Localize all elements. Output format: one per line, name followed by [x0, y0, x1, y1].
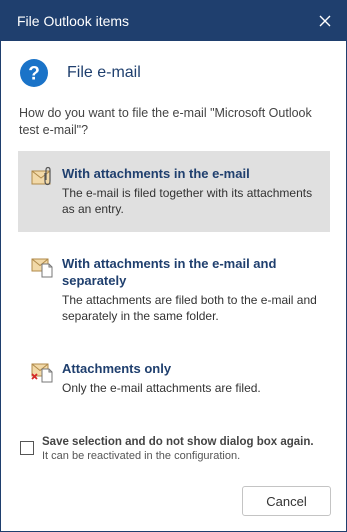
option-description: The attachments are filed both to the e-… [62, 293, 317, 323]
file-outlook-items-dialog: File Outlook items ? File e-mail How do … [0, 0, 347, 532]
close-button[interactable] [312, 8, 338, 34]
dialog-title: File Outlook items [17, 13, 130, 29]
help-icon: ? [20, 59, 48, 87]
option-with-attachments-and-separately[interactable]: With attachments in the e-mail and separ… [18, 241, 330, 325]
dialog-header: ? File e-mail [19, 58, 141, 88]
save-selection-label: Save selection and do not show dialog bo… [42, 436, 314, 448]
save-selection-text: Save selection and do not show dialog bo… [42, 435, 314, 463]
attachments-only-icon [31, 363, 53, 383]
header-title: File e-mail [67, 64, 141, 81]
option-description: The e-mail is filed together with its at… [62, 186, 313, 216]
option-text: With attachments in the e-mail The e-mai… [62, 165, 318, 218]
save-selection-hint: It can be reactivated in the configurati… [42, 450, 241, 462]
option-attachments-only[interactable]: Attachments only Only the e-mail attachm… [18, 346, 330, 396]
question-text: How do you want to file the e-mail "Micr… [19, 106, 312, 137]
option-title: With attachments in the e-mail and separ… [62, 256, 277, 288]
mail-with-attachment-icon [31, 166, 51, 186]
option-text: With attachments in the e-mail and separ… [62, 255, 318, 323]
option-text: Attachments only Only the e-mail attachm… [62, 360, 261, 395]
title-bar: File Outlook items [1, 1, 346, 41]
mail-and-attachment-icon [31, 258, 53, 278]
svg-text:?: ? [28, 64, 40, 85]
save-selection-row: Save selection and do not show dialog bo… [20, 435, 314, 463]
close-icon [319, 15, 331, 27]
option-title: With attachments in the e-mail [62, 166, 250, 181]
cancel-button[interactable]: Cancel [242, 486, 331, 516]
option-with-attachments[interactable]: With attachments in the e-mail The e-mai… [18, 151, 330, 232]
save-selection-checkbox[interactable] [20, 441, 34, 455]
option-description: Only the e-mail attachments are filed. [62, 381, 261, 395]
option-title: Attachments only [62, 361, 172, 376]
